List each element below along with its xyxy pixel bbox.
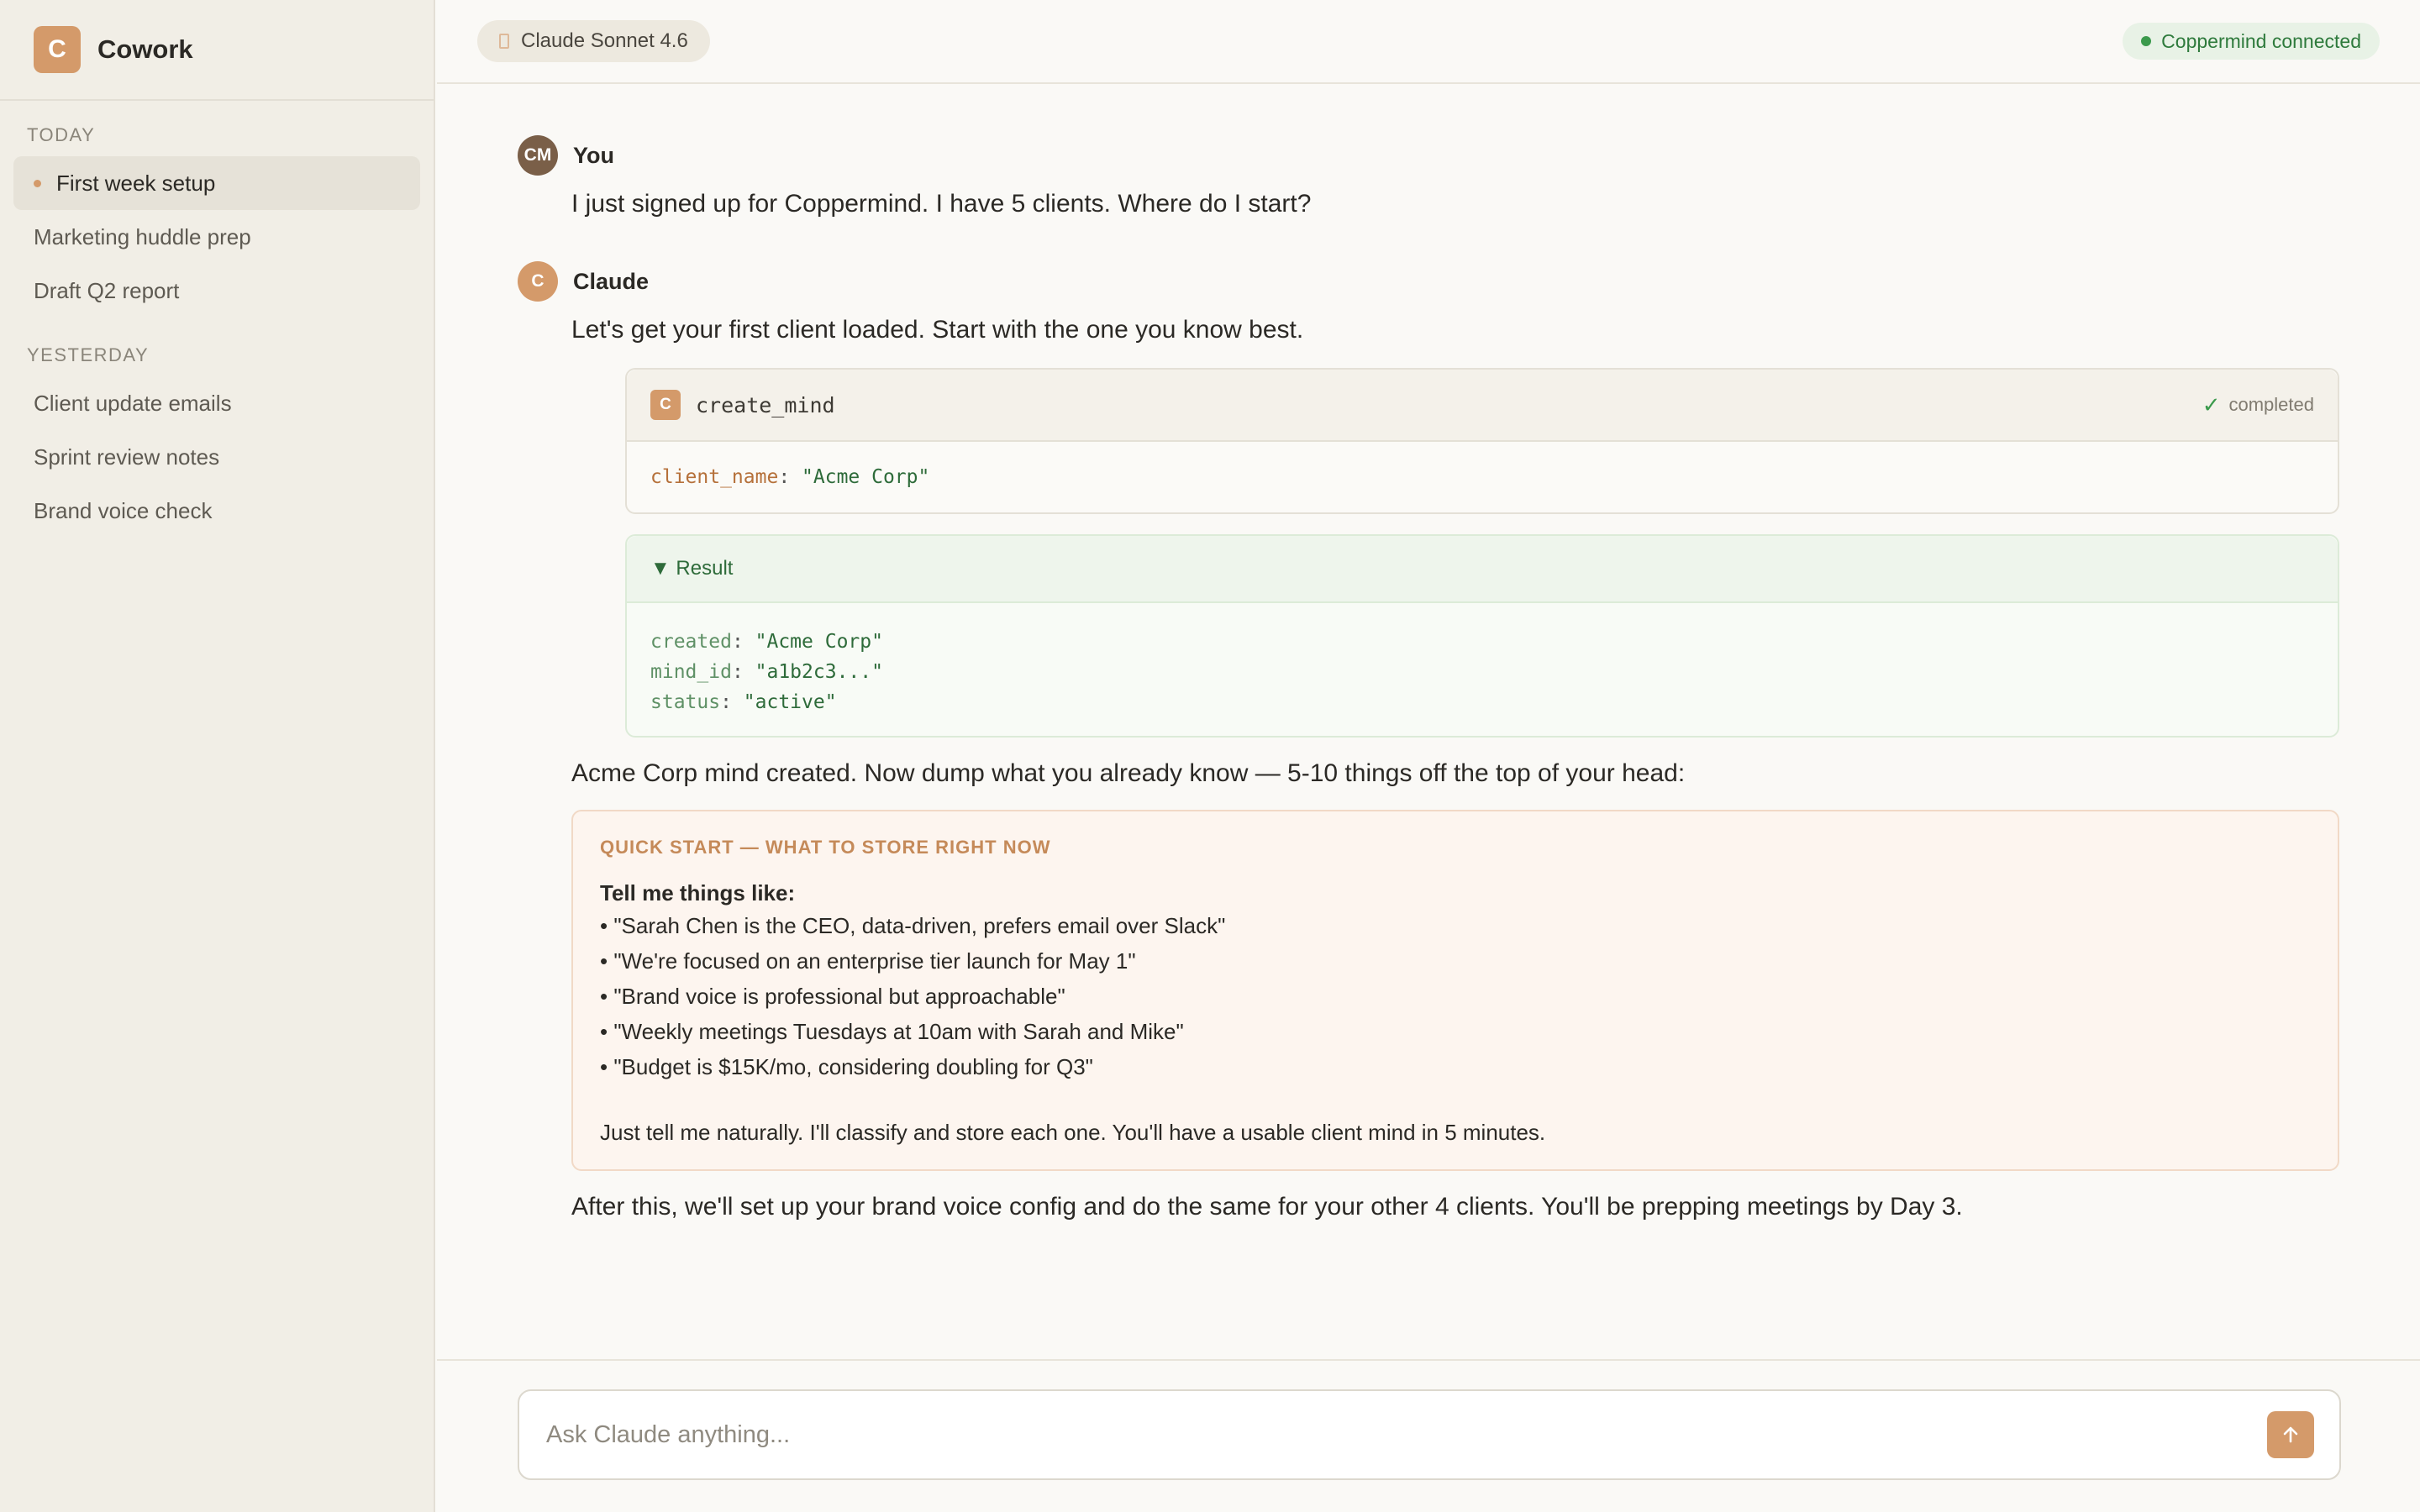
sidebar-item-label: Draft Q2 report [34, 277, 180, 303]
main-panel: Claude Sonnet 4.6 Coppermind connected C… [437, 0, 2420, 1512]
status-dot-icon [2141, 36, 2152, 46]
tool-status-text: completed [2228, 394, 2314, 415]
tool-call-header[interactable]: C create_mind ✓ completed [627, 370, 2338, 442]
assistant-intro-text: Let's get your first client loaded. Star… [571, 316, 1304, 344]
tool-name: create_mind [696, 392, 835, 417]
quick-start-title: QUICK START — WHAT TO STORE RIGHT NOW [600, 837, 1051, 858]
sidebar-item-label: First week setup [56, 170, 216, 196]
quick-start-item: • "We're focused on an enterprise tier l… [600, 948, 1136, 974]
message-input[interactable] [546, 1420, 2143, 1449]
app-window: C Cowork TODAY First week setup Marketin… [0, 0, 2420, 1512]
chat-thread: CM You I just signed up for Coppermind. … [518, 134, 2378, 1226]
quick-start-item: • "Brand voice is professional but appro… [600, 984, 1065, 1009]
sidebar-item-label: Client update emails [34, 390, 232, 416]
quick-start-card: QUICK START — WHAT TO STORE RIGHT NOW Te… [571, 810, 2339, 1171]
assistant-avatar: C [518, 261, 558, 302]
quick-start-item: • "Sarah Chen is the CEO, data-driven, p… [600, 913, 1226, 938]
app-logo: C [34, 26, 81, 73]
sidebar-item-brand-voice-check[interactable]: Brand voice check [13, 484, 420, 538]
tool-status: ✓ completed [2202, 392, 2314, 418]
top-bar: Claude Sonnet 4.6 Coppermind connected [437, 0, 2420, 84]
sidebar-item-sprint-review-notes[interactable]: Sprint review notes [13, 430, 420, 484]
result-toggle[interactable]: ▼ Result [627, 536, 2338, 603]
sidebar-item-draft-q2-report[interactable]: Draft Q2 report [13, 264, 420, 318]
model-icon [499, 34, 509, 49]
model-selector[interactable]: Claude Sonnet 4.6 [477, 20, 710, 62]
check-icon: ✓ [2202, 391, 2221, 417]
connection-status-text: Coppermind connected [2161, 29, 2361, 52]
user-avatar: CM [518, 135, 558, 176]
result-line: status: "active" [650, 691, 837, 713]
quick-start-footer: Just tell me naturally. I'll classify an… [600, 1120, 1546, 1145]
tool-arguments: client_name: "Acme Corp" [650, 466, 930, 488]
tool-result-card: ▼ Result created: "Acme Corp" mind_id: "… [625, 534, 2339, 738]
composer [518, 1389, 2341, 1480]
user-message-header: CM You [518, 134, 2378, 176]
section-label-today: TODAY [27, 124, 96, 145]
sidebar-item-label: Brand voice check [34, 497, 213, 523]
assistant-after-tool-text: Acme Corp mind created. Now dump what yo… [571, 759, 1686, 787]
section-label-yesterday: YESTERDAY [27, 344, 150, 365]
user-name: You [573, 142, 614, 168]
model-name: Claude Sonnet 4.6 [521, 29, 688, 52]
brand-header: C Cowork [0, 0, 434, 101]
quick-start-item: • "Weekly meetings Tuesdays at 10am with… [600, 1019, 1184, 1044]
assistant-name: Claude [573, 268, 650, 294]
user-message-text: I just signed up for Coppermind. I have … [571, 190, 1312, 218]
result-body: created: "Acme Corp" mind_id: "a1b2c3...… [627, 603, 2338, 736]
active-dot-icon [34, 179, 41, 187]
composer-area [437, 1359, 2420, 1512]
quick-start-lead: Tell me things like: [600, 880, 796, 906]
result-line: created: "Acme Corp" [650, 631, 883, 653]
sidebar-item-label: Marketing huddle prep [34, 223, 251, 249]
tool-badge-icon: C [650, 390, 681, 420]
sidebar-item-client-update-emails[interactable]: Client update emails [13, 376, 420, 430]
sidebar-item-first-week-setup[interactable]: First week setup [13, 156, 420, 210]
send-button[interactable] [2267, 1411, 2314, 1458]
app-name: Cowork [97, 34, 193, 64]
assistant-message-header: C Claude [518, 260, 2378, 302]
connection-status-badge: Coppermind connected [2123, 23, 2380, 60]
quick-start-item: • "Budget is $15K/mo, considering doubli… [600, 1054, 1093, 1079]
sidebar-item-marketing-huddle-prep[interactable]: Marketing huddle prep [13, 210, 420, 264]
arrow-up-icon [2283, 1426, 2298, 1443]
sidebar: C Cowork TODAY First week setup Marketin… [0, 0, 435, 1512]
result-line: mind_id: "a1b2c3..." [650, 661, 883, 683]
arg-value: "Acme Corp" [802, 466, 930, 488]
sidebar-item-label: Sprint review notes [34, 444, 220, 470]
arg-key: client_name [650, 466, 779, 488]
tool-call-card: C create_mind ✓ completed client_name: "… [625, 368, 2339, 514]
assistant-closing-text: After this, we'll set up your brand voic… [571, 1193, 1963, 1221]
